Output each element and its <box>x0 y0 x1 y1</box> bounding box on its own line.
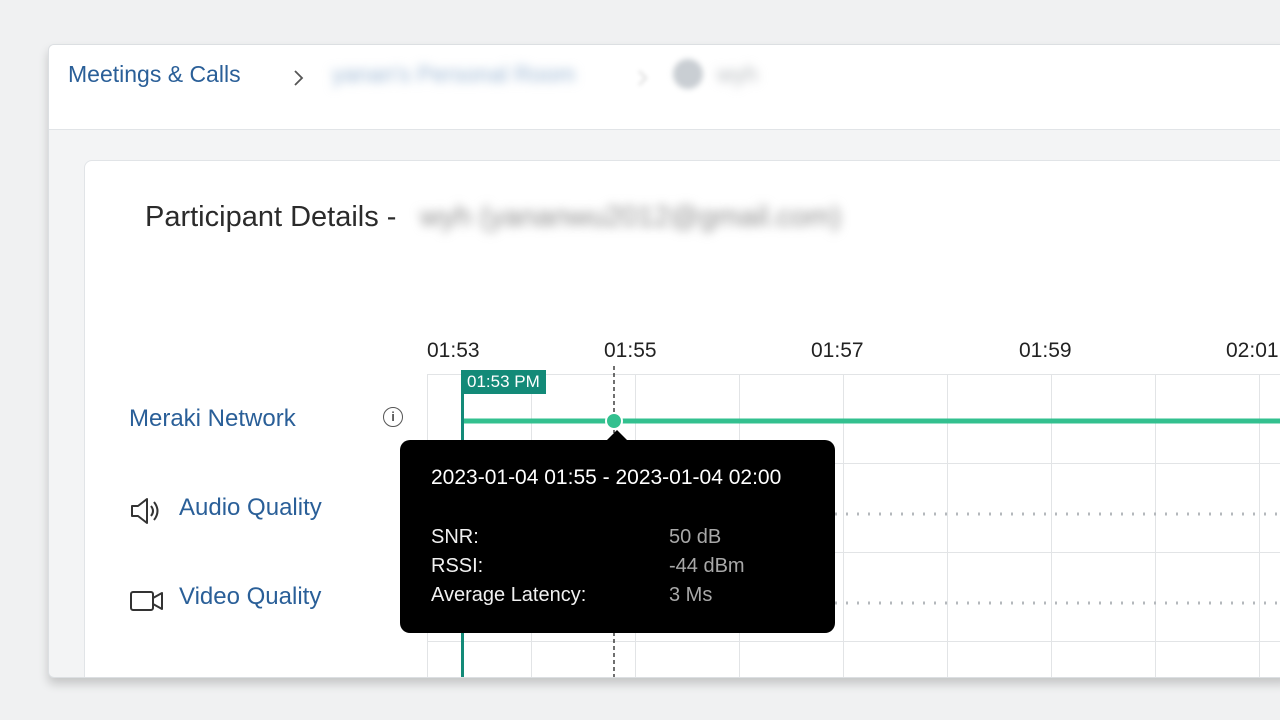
tooltip-metric-value: -44 dBm <box>669 555 745 577</box>
time-axis-tick: 01:57 <box>811 339 864 362</box>
network-metrics-tooltip: 2023-01-04 01:55 - 2023-01-04 02:00 SNR:… <box>400 430 835 633</box>
time-axis-tick: 01:59 <box>1019 339 1072 362</box>
breadcrumb-room-link[interactable]: yanan's Personal Room <box>332 61 575 88</box>
meraki-network-row-label[interactable]: Meraki Network <box>129 405 296 433</box>
time-axis-tick: 02:01 <box>1226 339 1279 362</box>
participant-details-panel: Participant Details - wyh (yananwu2012@g… <box>84 160 1280 677</box>
avatar <box>673 59 703 89</box>
tooltip-metric-label: Average Latency: <box>431 584 587 606</box>
join-time-badge: 01:53 PM <box>461 370 546 394</box>
tooltip-pointer <box>606 430 628 441</box>
tooltip-metric-value: 3 Ms <box>669 584 713 606</box>
video-quality-row-label[interactable]: Video Quality <box>179 583 321 611</box>
breadcrumb-meetings-calls-link[interactable]: Meetings & Calls <box>68 61 241 88</box>
tooltip-metric-label: RSSI: <box>431 555 484 577</box>
speaker-icon <box>131 498 159 524</box>
audio-quality-row-label[interactable]: Audio Quality <box>179 494 322 522</box>
time-axis-tick: 01:53 <box>427 339 480 362</box>
tooltip-metric-value: 50 dB <box>669 526 722 548</box>
breadcrumb: Meetings & Calls yanan's Personal Room w… <box>49 45 1280 130</box>
chevron-right-icon <box>638 70 648 86</box>
tooltip-metric-label: SNR: <box>431 526 479 548</box>
hover-point <box>605 412 623 430</box>
video-camera-icon <box>130 591 163 611</box>
breadcrumb-participant: wyh <box>717 61 758 87</box>
tooltip-time-range: 2023-01-04 01:55 - 2023-01-04 02:00 <box>431 466 782 489</box>
chevron-right-icon <box>294 70 304 86</box>
info-icon[interactable]: i <box>383 407 403 427</box>
time-axis-tick: 01:55 <box>604 339 657 362</box>
participant-details-window: Meetings & Calls yanan's Personal Room w… <box>48 44 1280 678</box>
